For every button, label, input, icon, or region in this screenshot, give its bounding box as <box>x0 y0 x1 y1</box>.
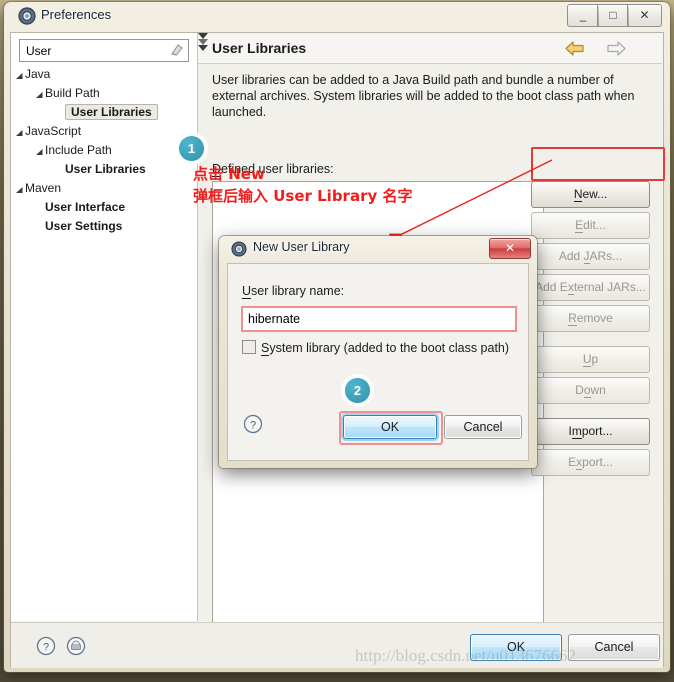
library-name-field-wrapper[interactable] <box>241 306 517 332</box>
tree-item-label: User Libraries <box>65 104 158 120</box>
page-description: User libraries can be added to a Java Bu… <box>212 73 635 119</box>
apply-defaults-icon[interactable] <box>66 636 86 656</box>
button-label: Edit... <box>575 218 606 233</box>
library-name-label-rest: ser library name: <box>251 284 345 298</box>
tree-twisty-icon[interactable] <box>15 127 24 136</box>
tree-item-label: JavaScript <box>25 124 82 138</box>
tree-item-label: Maven <box>25 181 62 195</box>
system-library-checkbox[interactable] <box>242 340 256 354</box>
search-input[interactable] <box>24 42 164 60</box>
button-label: New... <box>573 187 608 202</box>
forward-arrow-icon <box>607 41 626 56</box>
watermark: http://blog.csdn.net/u013676662 <box>355 646 576 665</box>
add-jars-button[interactable]: Add JARs... <box>531 243 650 270</box>
filter-box[interactable] <box>19 39 189 62</box>
minimize-icon: – <box>579 13 587 27</box>
step-badge-1: 1 <box>179 136 204 161</box>
tree-item-maven[interactable]: Maven <box>11 179 197 198</box>
minimize-button[interactable]: – <box>567 4 599 27</box>
system-library-label: ystem library (added to the boot class p… <box>269 341 510 355</box>
tree-item-label: User Interface <box>45 200 126 214</box>
back-arrow-icon[interactable] <box>565 41 584 56</box>
step-badge-2: 2 <box>345 378 370 403</box>
dialog-close-button[interactable]: ✕ <box>489 238 531 259</box>
tree-twisty-icon[interactable] <box>35 146 44 155</box>
down-button[interactable]: Down <box>531 377 650 404</box>
question-mark-icon[interactable]: ? <box>243 414 263 434</box>
edit-button[interactable]: Edit... <box>531 212 650 239</box>
svg-text:?: ? <box>250 420 256 432</box>
tree-item-label: Include Path <box>45 143 112 157</box>
window-title: Preferences <box>41 7 112 22</box>
tree-twisty-icon[interactable] <box>15 184 24 193</box>
tree-item-label: Java <box>25 67 51 81</box>
svg-text:?: ? <box>43 642 49 654</box>
tree-item-label: Build Path <box>45 86 100 100</box>
tree-item-user-interface[interactable]: User Interface <box>11 198 197 217</box>
tree-item-user-settings[interactable]: User Settings <box>11 217 197 236</box>
library-name-label: User library name: <box>242 284 345 299</box>
tree-item-label: User Settings <box>45 219 123 233</box>
tree-item-label: User Libraries <box>65 162 146 176</box>
close-icon: ✕ <box>504 241 516 255</box>
export-button[interactable]: Export... <box>531 449 650 476</box>
annotation-line-1: 点击 New <box>193 165 265 183</box>
dialog-title: New User Library <box>253 240 350 254</box>
tree-item-build-path[interactable]: Build Path <box>11 84 197 103</box>
dialog-titlebar[interactable]: New User Library ✕ <box>219 236 537 262</box>
question-mark-icon[interactable]: ? <box>36 636 56 656</box>
view-menu-chevron-down-icon[interactable] <box>198 45 208 51</box>
preferences-cancel-button[interactable]: Cancel <box>568 634 660 661</box>
dialog-cancel-button[interactable]: Cancel <box>444 415 522 439</box>
tree-item-javascript[interactable]: JavaScript <box>11 122 197 141</box>
tree-twisty-icon[interactable] <box>35 89 44 98</box>
button-label: Add JARs... <box>558 249 623 264</box>
library-name-input[interactable] <box>246 310 512 328</box>
add-external-jars-button[interactable]: Add External JARs... <box>531 274 650 301</box>
mnemonic-letter: U <box>242 284 252 299</box>
maximize-icon: □ <box>609 8 617 22</box>
preference-tree[interactable]: Java Build Path User Libraries JavaScript In… <box>11 65 197 236</box>
tree-item-user-libraries[interactable]: User Libraries <box>11 103 197 122</box>
library-actions-column: New... Edit... Add JARs... Add External JAR… <box>531 181 650 480</box>
dialog-body: User library name: System library (added… <box>227 263 529 461</box>
maximize-button[interactable]: □ <box>597 4 629 27</box>
tree-item-include-path[interactable]: Include Path <box>11 141 197 160</box>
preferences-titlebar[interactable]: Preferences – □ ✕ <box>4 2 670 31</box>
tree-twisty-icon[interactable] <box>15 70 24 79</box>
dialog-ok-button[interactable]: OK <box>343 415 437 439</box>
button-label: Import... <box>568 424 613 439</box>
page-title: User Libraries <box>212 40 307 56</box>
new-button[interactable]: New... <box>531 181 650 208</box>
tree-item-java[interactable]: Java <box>11 65 197 84</box>
annotation-text: 点击 New 弹框后输入 User Library 名字 <box>193 163 412 207</box>
eraser-icon[interactable] <box>170 43 184 57</box>
system-library-checkbox-row[interactable]: System library (added to the boot class … <box>242 340 510 356</box>
import-button[interactable]: Import... <box>531 418 650 445</box>
close-button[interactable]: ✕ <box>627 4 662 27</box>
eclipse-gear-icon <box>18 7 36 25</box>
new-user-library-dialog: New User Library ✕ User library name: Sy… <box>219 236 537 468</box>
eclipse-gear-icon <box>231 241 247 257</box>
preference-tree-panel: Java Build Path User Libraries JavaScript In… <box>11 33 198 621</box>
button-label: Remove <box>568 311 613 326</box>
tree-item-user-libraries[interactable]: User Libraries <box>11 160 197 179</box>
button-label: Export... <box>568 455 613 470</box>
close-icon: ✕ <box>639 8 650 22</box>
remove-button[interactable]: Remove <box>531 305 650 332</box>
button-label: Down <box>575 383 606 398</box>
annotation-line-2: 弹框后输入 User Library 名字 <box>193 187 413 205</box>
up-button[interactable]: Up <box>531 346 650 373</box>
page-header: User Libraries <box>198 33 662 64</box>
button-label: Up <box>582 352 599 367</box>
button-label: Add External JARs... <box>535 280 646 295</box>
